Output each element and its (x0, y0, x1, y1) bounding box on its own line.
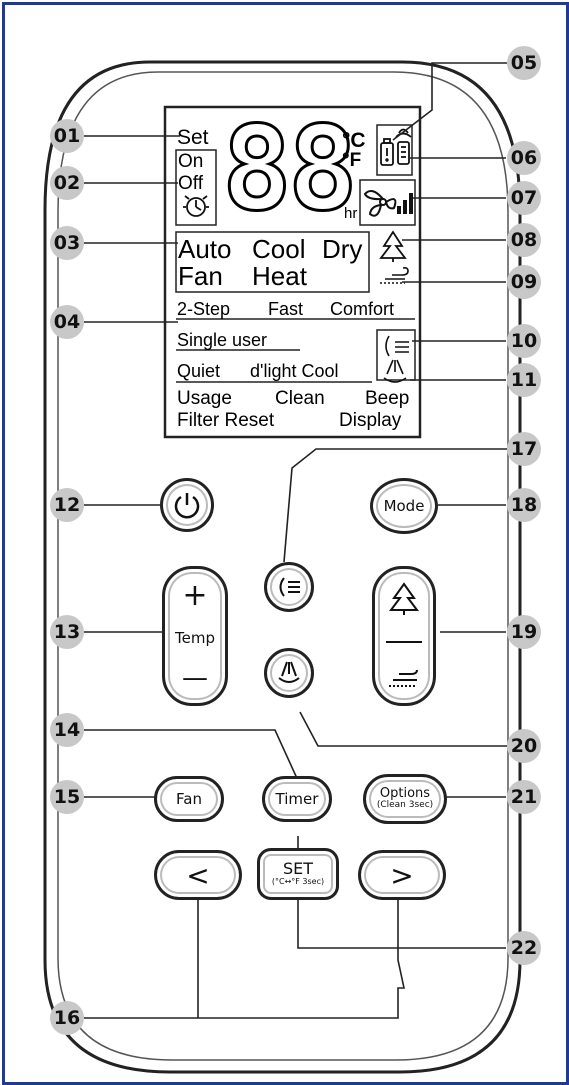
mode-button[interactable]: Mode (370, 478, 438, 534)
lcd-beep: Beep (365, 388, 410, 409)
lcd-fast: Fast (268, 299, 304, 319)
swing-updown-button[interactable] (264, 562, 314, 612)
callout-09: 09 (507, 265, 541, 299)
chevron-left-icon: < (186, 858, 210, 892)
callout-07: 07 (507, 181, 541, 215)
lcd-off-label: Off (178, 173, 203, 194)
callout-14: 14 (50, 713, 84, 747)
callout-10: 10 (507, 324, 541, 358)
lcd-display: Display (339, 410, 402, 431)
callout-19: 19 (507, 615, 541, 649)
lcd-unit-celsius: °C (342, 129, 366, 152)
lcd-2-step: 2-Step (177, 299, 231, 319)
rocker-divider (386, 640, 422, 643)
mode-button-label: Mode (383, 497, 425, 515)
callout-08: 08 (507, 223, 541, 257)
lcd-mode-auto: Auto (178, 234, 232, 264)
callout-01: 01 (50, 119, 84, 153)
set-button-label: SET (282, 859, 314, 879)
temp-up-button[interactable]: + (182, 581, 207, 611)
callout-02: 02 (50, 166, 84, 200)
power-icon (174, 493, 200, 519)
swing-updown-icon (279, 577, 300, 597)
right-button[interactable]: > (358, 850, 446, 900)
options-button-sublabel: (Clean 3sec) (376, 800, 434, 811)
lcd-mode-heat: Heat (252, 261, 307, 291)
callout-05: 05 (507, 46, 541, 80)
callout-11: 11 (507, 363, 541, 397)
callout-18: 18 (507, 488, 541, 522)
callout-22: 22 (507, 931, 541, 965)
callout-12: 12 (50, 488, 84, 522)
lcd-mode-cool: Cool (252, 234, 306, 264)
lcd-dlight-cool: d'light Cool (250, 361, 339, 381)
wind-free-rocker[interactable] (372, 566, 436, 706)
options-button[interactable]: Options (Clean 3sec) (363, 774, 447, 824)
callout-15: 15 (50, 780, 84, 814)
timer-button-label: Timer (275, 790, 319, 808)
lcd-usage: Usage (177, 388, 232, 409)
callout-04: 04 (50, 305, 84, 339)
diagram-frame: Set On Off 88 °C °F hr Auto Cool Dry Fan… (0, 0, 569, 1085)
lcd-clean: Clean (275, 388, 325, 409)
temp-down-button[interactable]: — (182, 665, 208, 691)
chevron-right-icon: > (390, 858, 414, 892)
lcd-unit-fahrenheit: °F (342, 150, 362, 171)
lcd-quiet: Quiet (177, 361, 221, 381)
lcd-single-user: Single user (177, 330, 268, 350)
wind-dots-button-icon[interactable] (387, 668, 421, 690)
swing-leftright-icon (278, 661, 300, 683)
temp-label: Temp (175, 629, 215, 647)
power-button[interactable] (160, 478, 214, 532)
fan-button-label: Fan (176, 790, 202, 808)
lcd-comfort: Comfort (330, 299, 395, 319)
lcd-mode-fan: Fan (178, 261, 223, 291)
lcd-set-label: Set (177, 126, 209, 149)
callout-16: 16 (50, 1001, 84, 1035)
lcd-filter-reset: Filter Reset (177, 410, 275, 431)
callout-21: 21 (507, 780, 541, 814)
fan-button[interactable]: Fan (154, 776, 224, 822)
swing-leftright-button[interactable] (264, 648, 314, 698)
lcd-mode-dry: Dry (322, 234, 363, 264)
tree-button-icon[interactable] (389, 581, 419, 616)
callout-13: 13 (50, 615, 84, 649)
lcd-digits: 88 (221, 102, 360, 237)
set-button-sublabel: (°C↔°F 3sec) (271, 877, 325, 887)
lcd-unit-hr: hr (344, 205, 358, 222)
callout-20: 20 (507, 729, 541, 763)
callout-17: 17 (507, 432, 541, 466)
timer-button[interactable]: Timer (262, 776, 332, 822)
set-button[interactable]: SET (°C↔°F 3sec) (257, 848, 339, 900)
lcd-on-label: On (178, 151, 204, 172)
callout-06: 06 (507, 141, 541, 175)
options-button-label: Options (379, 786, 431, 802)
temp-rocker[interactable]: + Temp — (162, 566, 228, 706)
callout-03: 03 (50, 226, 84, 260)
left-button[interactable]: < (154, 850, 242, 900)
